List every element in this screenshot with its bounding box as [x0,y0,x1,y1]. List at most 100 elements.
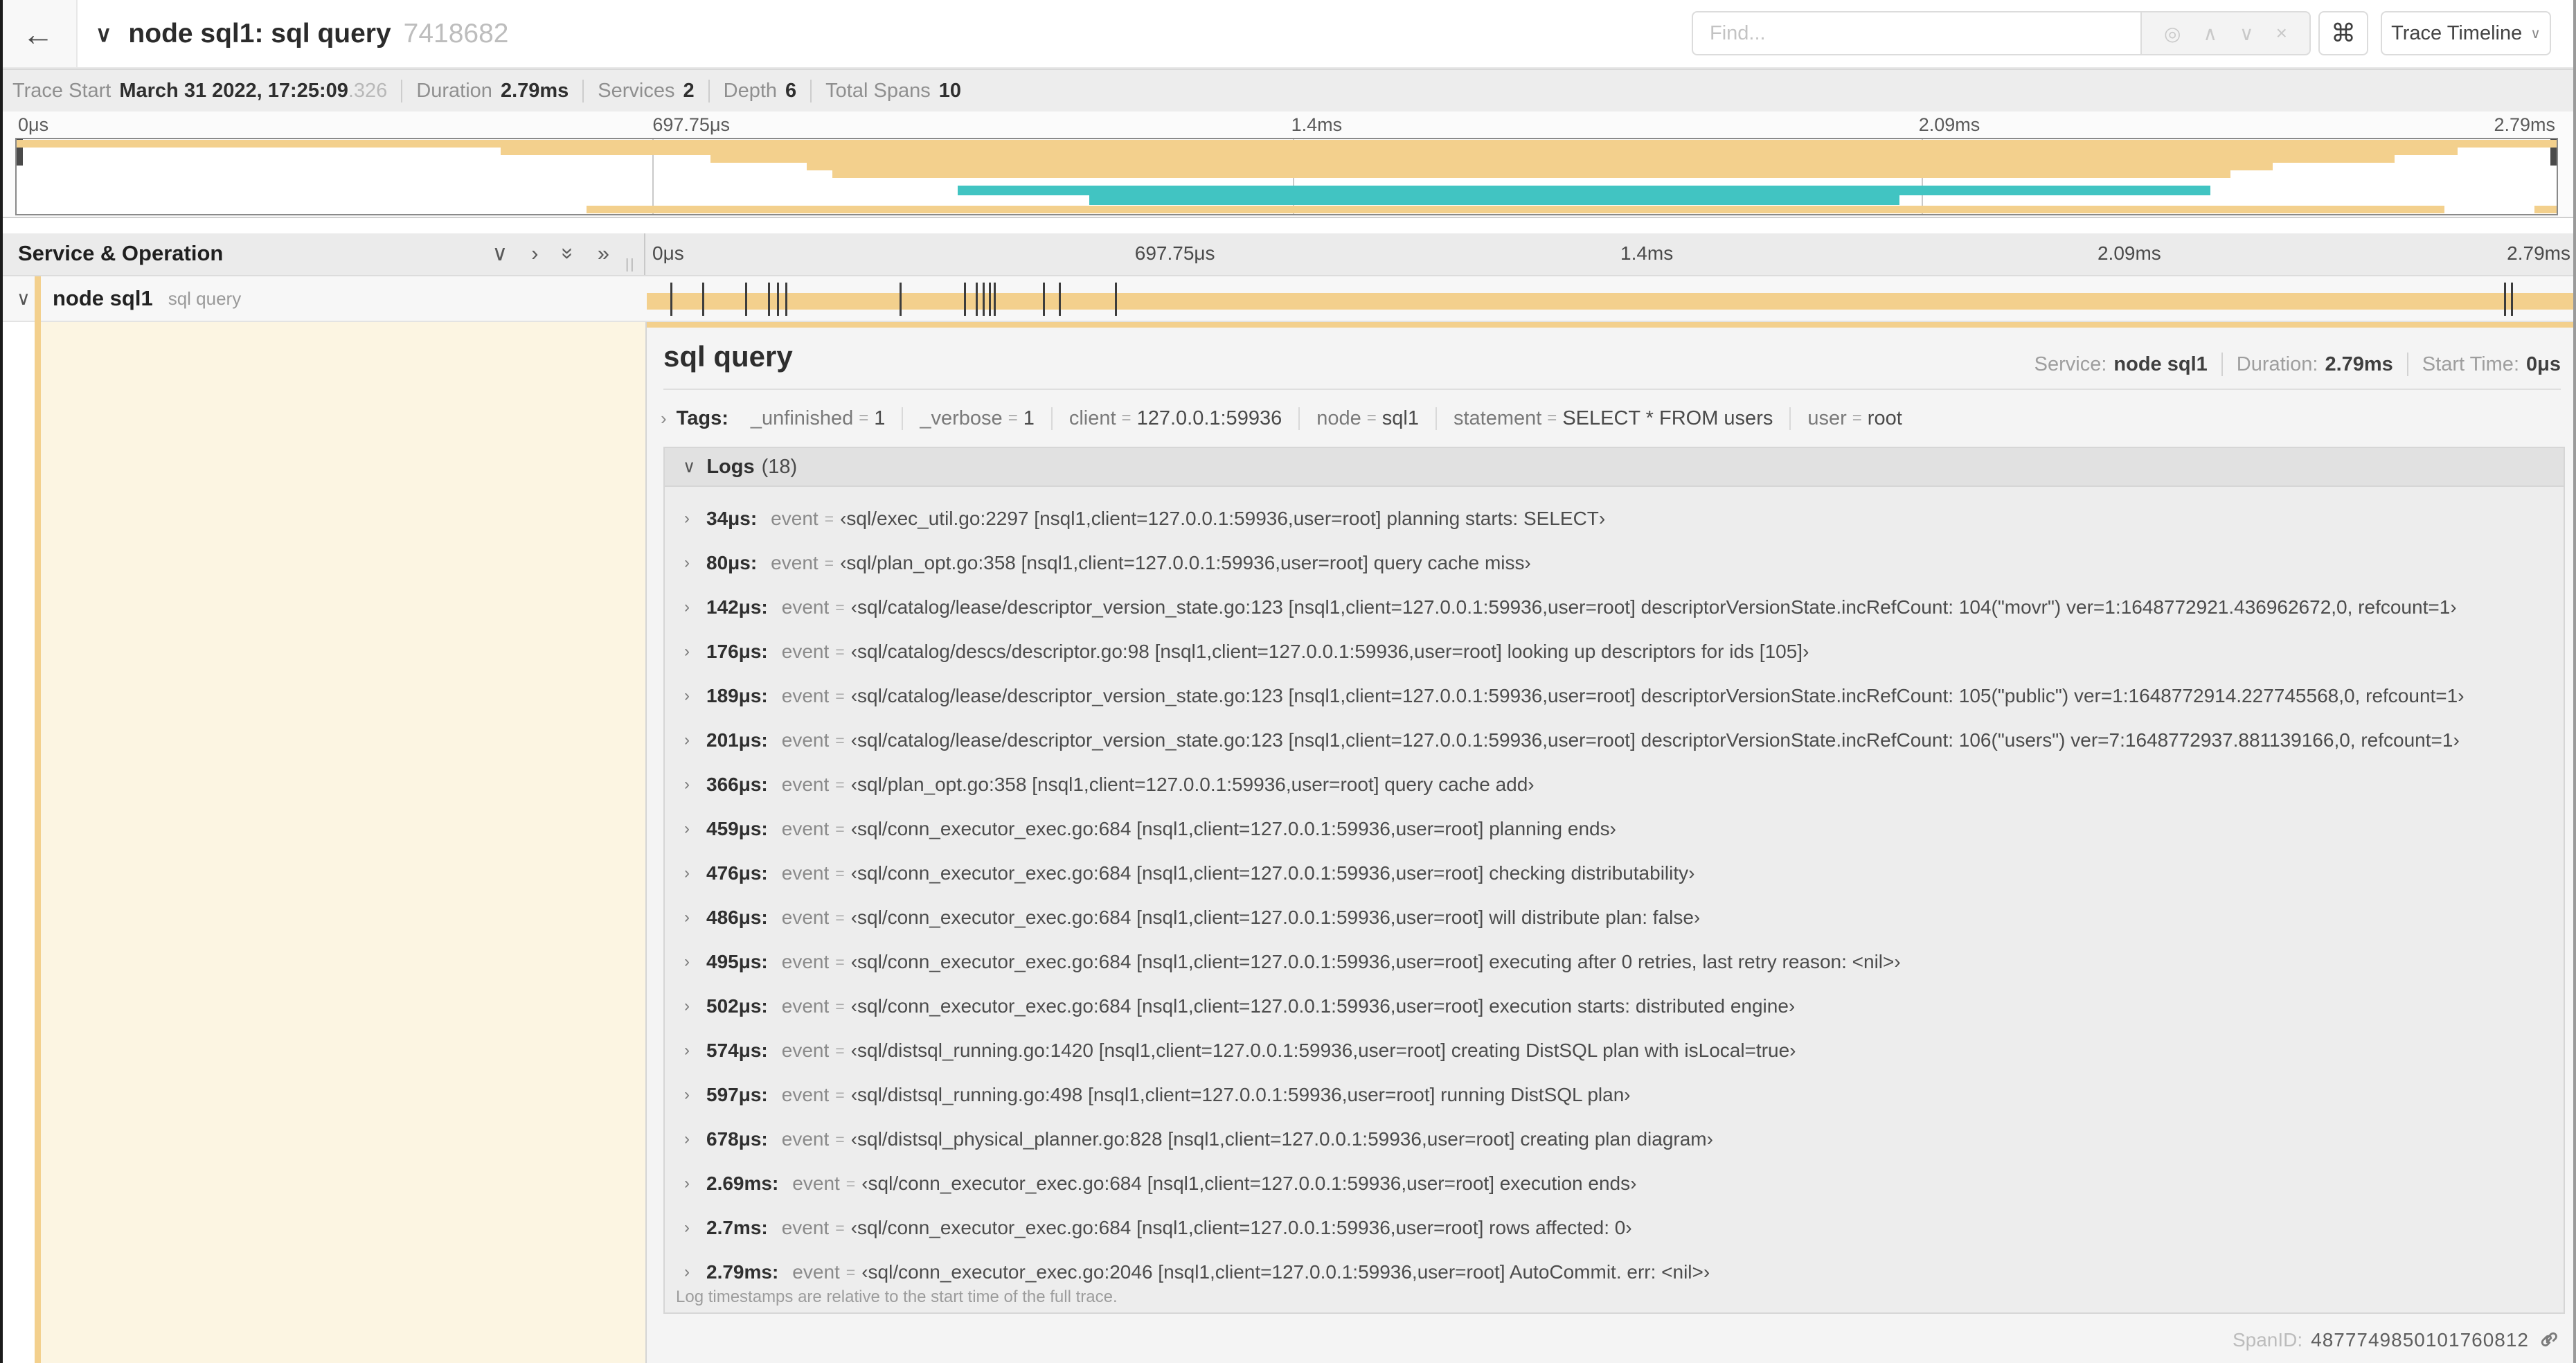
tags-row[interactable]: › Tags: _unfinished = 1 _verbose = 1 client = 12… [655,395,1919,441]
chevron-down-icon: ∨ [2530,26,2541,42]
log-row[interactable]: › 574μs: event = ‹sql/distsql_running.go:142… [665,1028,2564,1073]
summary-label: Trace Start [12,79,111,102]
log-equals: = [824,509,834,528]
log-expand-chevron-icon[interactable]: › [684,1130,706,1149]
find-input[interactable] [1692,11,2140,55]
log-row[interactable]: › 2.69ms: event = ‹sql/conn_executor_exec.go… [665,1161,2564,1206]
log-expand-chevron-icon[interactable]: › [684,598,706,617]
log-row[interactable]: › 176μs: event = ‹sql/catalog/descs/descript… [665,630,2564,674]
expand-all-double-chevron-right-icon[interactable]: » [598,241,609,266]
log-row[interactable]: › 597μs: event = ‹sql/distsql_running.go:498… [665,1073,2564,1117]
log-expand-chevron-icon[interactable]: › [684,686,706,706]
span-row-node-sql1[interactable]: ∨ node sql1 sql query [0,276,2576,322]
expand-one-chevron-right-icon[interactable]: › [531,241,538,266]
log-field-value: ‹sql/distsql_physical_planner.go:828 [ns… [850,1128,1713,1150]
tag-key: statement [1453,407,1542,429]
summary-label: Depth [723,79,778,102]
log-field-key: event [792,1173,840,1194]
clear-search-icon[interactable]: × [2276,22,2287,44]
log-timestamp: 142μs: [706,596,768,618]
title-collapse-chevron-icon[interactable]: ∨ [96,21,111,47]
start-time-label: Start Time: [2422,353,2519,375]
log-marker-tick [2504,283,2507,316]
tag-key: _unfinished [750,407,854,429]
tag-equals: = [1121,409,1132,427]
log-row[interactable]: › 366μs: event = ‹sql/plan_opt.go:358 [nsql1… [665,763,2564,807]
log-timestamp: 678μs: [706,1128,768,1150]
minimap-span-bar [958,186,2210,195]
summary-label: Services [598,79,675,102]
log-expand-chevron-icon[interactable]: › [684,1263,706,1282]
collapse-all-double-chevron-down-icon[interactable]: » [555,247,580,259]
log-row[interactable]: › 80μs: event = ‹sql/plan_opt.go:358 [nsql1,… [665,541,2564,585]
logs-header[interactable]: ∨ Logs (18) [665,448,2564,487]
log-timestamp: 502μs: [706,995,768,1017]
log-expand-chevron-icon[interactable]: › [684,952,706,972]
tag-value: 127.0.0.1:59936 [1136,407,1282,429]
log-equals: = [835,908,845,927]
trace-view-select[interactable]: Trace Timeline ∨ [2381,11,2551,55]
log-row[interactable]: › 476μs: event = ‹sql/conn_executor_exec.go:… [665,851,2564,896]
tag-item: _verbose = 1 [902,407,1050,430]
log-expand-chevron-icon[interactable]: › [684,509,706,528]
log-equals: = [846,1263,856,1281]
span-collapse-chevron-icon[interactable]: ∨ [17,276,30,321]
log-expand-chevron-icon[interactable]: › [684,642,706,661]
log-row[interactable]: › 34μs: event = ‹sql/exec_util.go:2297 [nsql… [665,497,2564,541]
log-timestamp: 2.7ms: [706,1217,768,1238]
span-duration-bar[interactable] [647,293,2576,310]
log-expand-chevron-icon[interactable]: › [684,775,706,794]
minimap-canvas[interactable] [15,138,2558,215]
tags-expand-chevron-icon[interactable]: › [661,408,667,429]
collapse-one-chevron-down-icon[interactable]: ∨ [492,241,508,266]
spanid-row: SpanID: 4877749850101760812 [2233,1328,2561,1352]
log-expand-chevron-icon[interactable]: › [684,864,706,883]
logs-collapse-chevron-icon[interactable]: ∨ [683,456,695,477]
service-value: node sql1 [2113,353,2208,375]
summary-value: 10 [938,79,961,102]
column-resizer-grip[interactable]: || [625,257,635,273]
log-row[interactable]: › 142μs: event = ‹sql/catalog/lease/descript… [665,585,2564,630]
back-button[interactable]: ← [0,0,78,67]
duration-value: 2.79ms [2325,353,2393,375]
log-row[interactable]: › 189μs: event = ‹sql/catalog/lease/descript… [665,674,2564,718]
keyboard-shortcuts-button[interactable]: ⌘ [2318,11,2368,55]
summary-label: Total Spans [825,79,931,102]
log-expand-chevron-icon[interactable]: › [684,731,706,750]
minimap-span-bar [501,148,2458,155]
log-expand-chevron-icon[interactable]: › [684,997,706,1016]
log-row[interactable]: › 2.7ms: event = ‹sql/conn_executor_exec.go:… [665,1206,2564,1250]
tag-equals: = [859,409,869,427]
log-field-value: ‹sql/distsql_running.go:498 [nsql1,clien… [850,1084,1631,1105]
log-field-value: ‹sql/exec_util.go:2297 [nsql1,client=127… [840,508,1606,529]
log-marker-tick [1043,283,1046,316]
locate-match-icon[interactable]: ◎ [2164,22,2181,45]
log-timestamp: 366μs: [706,774,768,795]
log-field-key: event [781,818,830,839]
log-marker-tick [670,283,672,316]
log-expand-chevron-icon[interactable]: › [684,908,706,927]
log-row[interactable]: › 486μs: event = ‹sql/conn_executor_exec.go:… [665,896,2564,940]
log-timestamp: 597μs: [706,1084,768,1105]
log-timestamp: 476μs: [706,862,768,884]
log-row[interactable]: › 495μs: event = ‹sql/conn_executor_exec.go:… [665,940,2564,984]
log-equals: = [835,1130,845,1148]
prev-result-icon[interactable]: ∧ [2203,22,2218,45]
log-expand-chevron-icon[interactable]: › [684,1085,706,1105]
log-marker-tick [777,283,780,316]
log-expand-chevron-icon[interactable]: › [684,1218,706,1238]
log-expand-chevron-icon[interactable]: › [684,1041,706,1060]
next-result-icon[interactable]: ∨ [2239,22,2254,45]
log-expand-chevron-icon[interactable]: › [684,553,706,573]
log-expand-chevron-icon[interactable]: › [684,1174,706,1193]
log-timestamp: 495μs: [706,951,768,972]
log-row[interactable]: › 459μs: event = ‹sql/conn_executor_exec.go:… [665,807,2564,851]
log-row[interactable]: › 502μs: event = ‹sql/conn_executor_exec.go:… [665,984,2564,1028]
tag-key: _verbose [920,407,1003,429]
log-row[interactable]: › 201μs: event = ‹sql/catalog/lease/descript… [665,718,2564,763]
link-icon[interactable] [2537,1328,2561,1352]
log-expand-chevron-icon[interactable]: › [684,819,706,839]
minimap-span-bar [807,163,2273,170]
log-timestamp: 189μs: [706,685,768,706]
log-row[interactable]: › 678μs: event = ‹sql/distsql_physical_plann… [665,1117,2564,1161]
